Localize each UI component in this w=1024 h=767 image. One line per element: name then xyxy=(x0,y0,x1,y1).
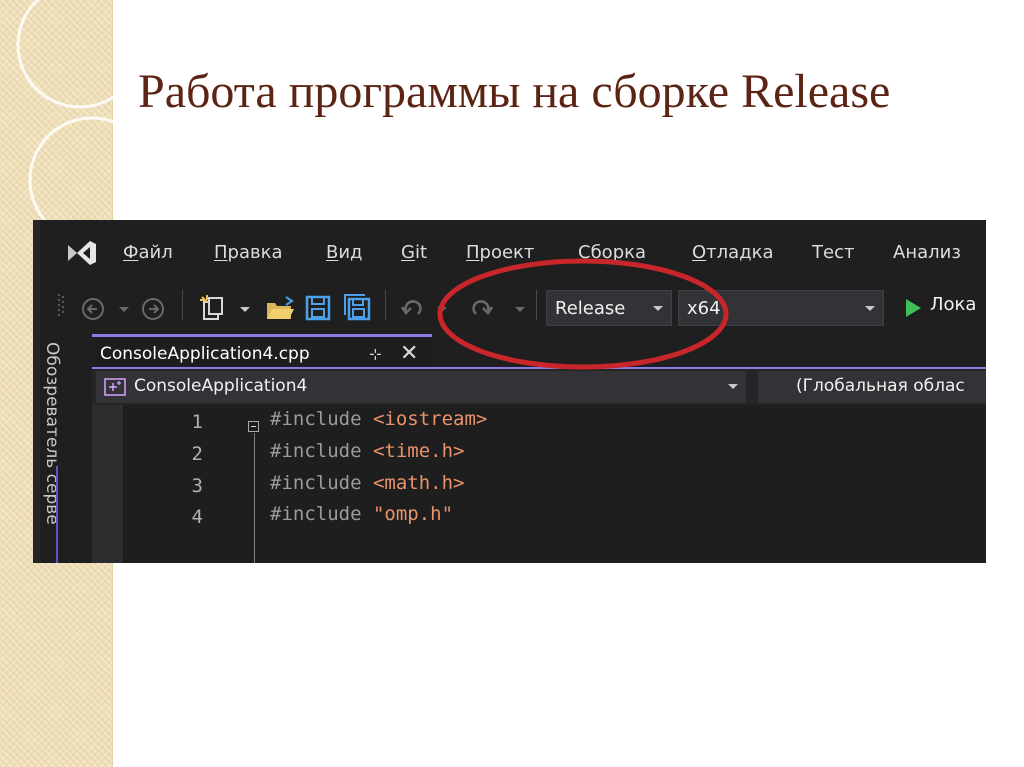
save-all-icon[interactable] xyxy=(343,293,373,323)
redo-dropdown-icon[interactable] xyxy=(514,306,526,314)
tab-strip: ConsoleApplication4.cpp ⊹ ✕ xyxy=(92,334,986,367)
project-name: ConsoleApplication4 xyxy=(134,376,308,396)
slide-title: Работа программы на сборке Release xyxy=(138,65,891,118)
tab-label: ConsoleApplication4.cpp xyxy=(100,344,310,364)
line-number: 2 xyxy=(191,443,203,465)
platform-dropdown[interactable]: x64 xyxy=(678,290,884,326)
code-line: #include <math.h> xyxy=(270,472,465,494)
save-icon[interactable] xyxy=(303,293,333,323)
toolbar-separator xyxy=(385,290,386,320)
line-number: 4 xyxy=(191,506,203,528)
redo-icon[interactable] xyxy=(466,294,496,322)
menu-build[interactable]: Сборка xyxy=(578,242,646,263)
chevron-down-icon xyxy=(653,306,663,311)
menu-project[interactable]: Проект xyxy=(466,242,534,263)
menu-analyze[interactable]: Анализ xyxy=(893,242,961,263)
cpp-project-icon xyxy=(104,378,126,396)
server-explorer-rail: Обозреватель серве xyxy=(40,334,70,563)
toolbar-separator xyxy=(536,290,537,320)
menu-git[interactable]: Git xyxy=(401,242,427,263)
editor-margin xyxy=(92,405,123,563)
configuration-value: Release xyxy=(555,298,626,319)
decorative-circles xyxy=(16,0,130,230)
tab-consoleapplication4-cpp[interactable]: ConsoleApplication4.cpp ⊹ ✕ xyxy=(92,334,432,367)
menu-debug[interactable]: Отладка xyxy=(692,242,774,263)
toolbar-grip-icon xyxy=(58,294,64,316)
code-line: #include <time.h> xyxy=(270,440,465,462)
platform-value: x64 xyxy=(687,298,721,319)
server-explorer-tab[interactable]: Обозреватель серве xyxy=(42,342,62,525)
undo-icon[interactable] xyxy=(398,294,428,322)
editor-area: ConsoleApplication4.cpp ⊹ ✕ ConsoleAppli… xyxy=(92,334,986,563)
navigate-forward-icon[interactable] xyxy=(140,296,168,322)
code-editor[interactable]: 1 2 3 4 #include <iostream> #include <ti… xyxy=(123,405,986,563)
menu-bar: Файл Правка Вид Git Проект Сборка Отладк… xyxy=(40,220,986,284)
toolbar-separator xyxy=(182,290,183,320)
configuration-dropdown[interactable]: Release xyxy=(546,290,672,326)
rail-accent xyxy=(56,466,58,563)
code-line: #include <iostream> xyxy=(270,408,488,430)
pin-icon[interactable]: ⊹ xyxy=(369,345,382,363)
toolbar: Release x64 Лока xyxy=(40,284,986,334)
back-dropdown-icon[interactable] xyxy=(118,306,130,314)
visual-studio-logo-icon xyxy=(68,241,96,265)
menu-view[interactable]: Вид xyxy=(326,242,363,263)
play-icon[interactable] xyxy=(902,296,924,320)
collapse-region-icon[interactable] xyxy=(248,421,259,432)
close-icon[interactable]: ✕ xyxy=(400,341,418,366)
new-project-dropdown-icon[interactable] xyxy=(239,306,251,314)
chevron-down-icon xyxy=(728,384,738,389)
run-target-label[interactable]: Лока xyxy=(930,294,976,315)
scope-name: (Глобальная облас xyxy=(796,376,965,396)
line-number: 3 xyxy=(191,475,203,497)
ide-screenshot: Файл Правка Вид Git Проект Сборка Отладк… xyxy=(33,220,986,563)
menu-test[interactable]: Тест xyxy=(812,242,854,263)
chevron-down-icon xyxy=(865,306,875,311)
scope-dropdown[interactable]: (Глобальная облас xyxy=(758,371,986,403)
navigate-back-icon[interactable] xyxy=(80,296,108,322)
menu-file[interactable]: Файл xyxy=(123,242,173,263)
navigation-bar: ConsoleApplication4 (Глобальная облас xyxy=(92,369,986,405)
project-dropdown[interactable]: ConsoleApplication4 xyxy=(96,371,746,403)
open-folder-icon[interactable] xyxy=(264,293,296,323)
new-project-icon[interactable] xyxy=(198,293,228,323)
ide-left-edge xyxy=(33,220,40,563)
fold-guide xyxy=(254,433,255,563)
undo-dropdown-icon[interactable] xyxy=(436,306,448,314)
line-number: 1 xyxy=(191,411,203,433)
menu-edit[interactable]: Правка xyxy=(214,242,283,263)
code-line: #include "omp.h" xyxy=(270,503,454,525)
